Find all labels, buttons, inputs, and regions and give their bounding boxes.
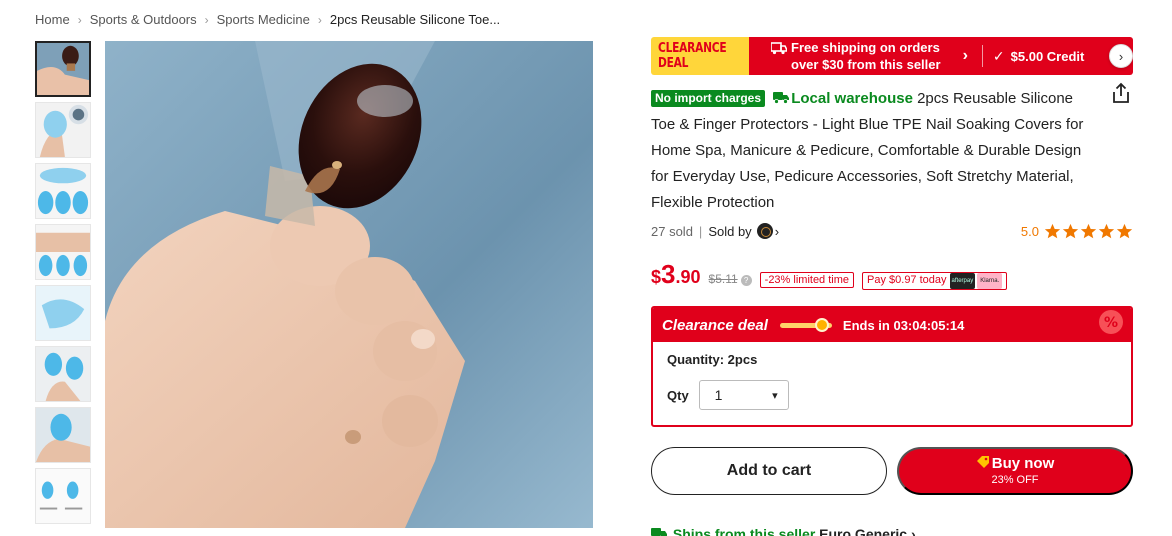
free-shipping-line-2: over $30 from this seller	[791, 57, 941, 72]
check-icon: ✓	[992, 47, 1005, 64]
thumbnail-4[interactable]	[35, 224, 91, 280]
buy-now-button[interactable]: Buy now 23% OFF	[897, 447, 1133, 495]
deal-label: DEAL	[658, 56, 689, 71]
no-import-charges-badge: No import charges	[651, 90, 766, 107]
breadcrumb: Home › Sports & Outdoors › Sports Medici…	[35, 12, 500, 27]
pay-later-badge[interactable]: Pay $0.97 today afterpay Klarna.	[862, 272, 1008, 290]
ships-from-label: Ships from this seller	[672, 526, 816, 536]
breadcrumb-separator: ›	[77, 12, 82, 27]
product-title: No import charges Local warehouse 2pcs R…	[651, 86, 1091, 216]
star-icon	[1098, 223, 1115, 238]
breadcrumb-separator: ›	[317, 12, 322, 27]
discount-badge: -23% limited time	[759, 272, 855, 288]
klarna-logo: Klarna.	[977, 273, 1003, 289]
thumbnail-8[interactable]	[35, 468, 91, 524]
qty-select[interactable]: 1 ▾	[698, 380, 789, 410]
clearance-deal-header: Clearance deal Ends in 03:04:05:14 %	[653, 308, 1131, 342]
price-currency: $	[651, 267, 662, 287]
star-icon	[1062, 223, 1079, 238]
thumbnail-list	[35, 41, 93, 529]
deal-countdown: Ends in 03:04:05:14	[842, 317, 965, 333]
star-icon	[1080, 223, 1097, 238]
deal-progress-bar	[779, 317, 832, 332]
warehouse-truck-icon	[773, 92, 790, 104]
deal-progress-knob	[814, 317, 829, 332]
credit-label: $5.00 Credit	[1010, 48, 1085, 64]
truck-icon	[771, 42, 787, 55]
price-tag-icon	[976, 456, 989, 468]
breadcrumb-sports-outdoors[interactable]: Sports & Outdoors	[90, 12, 197, 27]
add-to-cart-button[interactable]: Add to cart	[651, 447, 887, 495]
divider	[981, 45, 983, 67]
clearance-label: CLEARANCE	[658, 41, 727, 56]
pay-today-text: Pay $0.97 today	[867, 274, 947, 286]
shipping-credit-strip[interactable]: Free shipping on orders over $30 from th…	[749, 37, 1133, 75]
original-price: $5.11	[708, 272, 738, 286]
rating[interactable]: 5.0	[1021, 223, 1133, 240]
buy-now-label-row: Buy now	[976, 455, 1055, 473]
chevron-right-icon[interactable]: ›	[963, 47, 968, 65]
price-row: $3.90 $5.11 ? -23% limited time Pay $0.9…	[651, 259, 1008, 290]
share-icon[interactable]	[1111, 82, 1131, 104]
sold-count: 27 sold	[651, 223, 693, 239]
deal-body: Quantity: 2pcs Qty 1 ▾	[655, 342, 1129, 420]
chevron-down-icon: ▾	[772, 389, 778, 402]
star-icon	[1044, 223, 1061, 238]
thumbnail-3[interactable]	[35, 163, 91, 219]
free-shipping-line-1: Free shipping on orders	[791, 40, 940, 55]
percent-tag-icon: %	[1099, 310, 1123, 334]
store-logo-icon[interactable]	[756, 223, 773, 239]
separator: |	[698, 223, 703, 239]
star-icon	[1116, 223, 1133, 238]
buy-now-discount: 23% OFF	[991, 474, 1039, 486]
thumbnail-5[interactable]	[35, 285, 91, 341]
thumbnail-7[interactable]	[35, 407, 91, 463]
buy-now-label: Buy now	[991, 455, 1055, 472]
promo-banner[interactable]: CLEARANCE DEAL Free shipping on orders o…	[651, 37, 1133, 75]
breadcrumb-home[interactable]: Home	[35, 12, 70, 27]
sold-by-label: Sold by	[708, 223, 752, 239]
promo-next-button[interactable]: ›	[1109, 44, 1133, 68]
sold-rating-row: 27 sold | Sold by › 5.0	[651, 221, 1133, 241]
quantity-label: Quantity: 2pcs	[667, 352, 758, 367]
chevron-right-icon: ›	[910, 526, 916, 536]
thumbnail-6[interactable]	[35, 346, 91, 402]
clearance-deal-badge: CLEARANCE DEAL	[651, 37, 749, 75]
seller-name: Euro Generic	[819, 526, 908, 536]
product-title-text: 2pcs Reusable Silicone Toe & Finger Prot…	[651, 90, 1084, 211]
qty-row: Qty 1 ▾	[667, 380, 1117, 410]
breadcrumb-current: 2pcs Reusable Silicone Toe...	[329, 12, 501, 27]
breadcrumb-sports-medicine[interactable]: Sports Medicine	[217, 12, 310, 27]
free-shipping-text: Free shipping on orders over $30 from th…	[791, 39, 941, 73]
current-price: $3.90	[651, 259, 701, 290]
chevron-right-icon[interactable]: ›	[775, 224, 779, 239]
qty-value: 1	[714, 387, 723, 403]
breadcrumb-separator: ›	[204, 12, 209, 27]
price-integer: 3	[661, 259, 676, 289]
clearance-deal-title: Clearance deal	[662, 316, 768, 334]
svg-text:%: %	[1104, 315, 1118, 331]
local-warehouse-label: Local warehouse	[791, 90, 913, 107]
ships-from-row[interactable]: Ships from this seller Euro Generic ›	[651, 526, 916, 536]
qty-label: Qty	[667, 387, 689, 403]
clearance-deal-box: Clearance deal Ends in 03:04:05:14 % Qua…	[651, 306, 1133, 427]
main-product-image[interactable]	[105, 41, 593, 528]
info-icon[interactable]: ?	[740, 275, 752, 286]
truck-icon	[651, 528, 667, 536]
thumbnail-2[interactable]	[35, 102, 91, 158]
rating-score: 5.0	[1020, 223, 1039, 239]
price-decimal: .90	[675, 267, 701, 287]
thumbnail-1[interactable]	[35, 41, 91, 97]
afterpay-logo: afterpay	[949, 273, 976, 289]
